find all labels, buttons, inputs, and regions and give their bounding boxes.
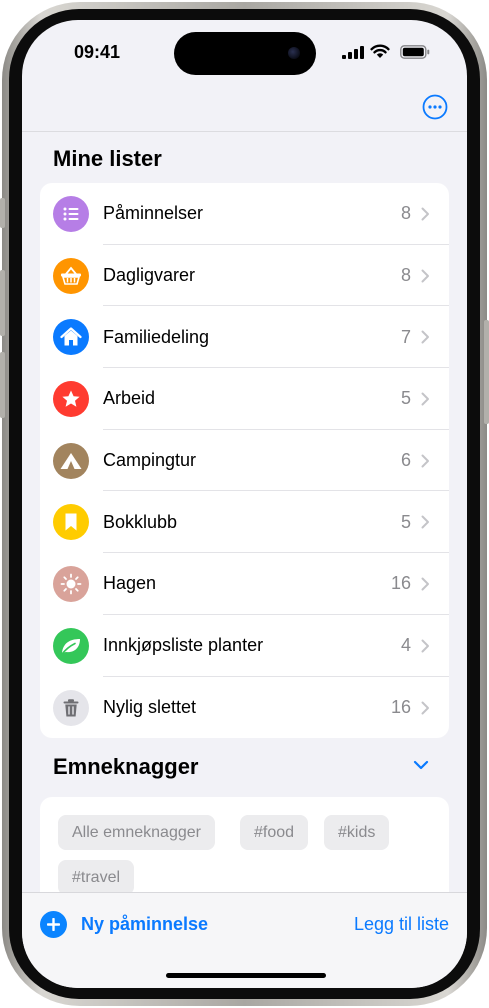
list-count: 16 [390, 696, 411, 717]
list-label: Bokklubb [103, 511, 178, 532]
list-label: Arbeid [103, 388, 156, 409]
list-label: Innkjøpsliste planter [103, 635, 264, 656]
bookmark-icon [53, 504, 89, 541]
chevron-right-icon [421, 639, 429, 653]
list-row-campingtur[interactable]: Campingtur 6 [40, 430, 449, 492]
signal-icon [342, 46, 364, 59]
tag-kids[interactable]: #kids [324, 815, 390, 850]
wifi-icon [370, 44, 390, 58]
list-label: Nylig slettet [103, 696, 197, 717]
bottom-toolbar: Ny påminnelse Legg til liste [22, 892, 467, 988]
list-row-hagen[interactable]: Hagen 16 [40, 553, 449, 615]
trash-icon [53, 689, 89, 726]
new-reminder-button[interactable]: Ny påminnelse [40, 911, 208, 938]
status-time: 09:41 [74, 42, 121, 62]
camera-icon [288, 47, 300, 59]
list-count: 4 [400, 635, 411, 656]
list-row-dagligvarer[interactable]: Dagligvarer 8 [40, 245, 449, 307]
chevron-right-icon [421, 515, 429, 529]
list-count: 8 [400, 203, 411, 224]
list-label: Dagligvarer [103, 265, 196, 286]
tag-all[interactable]: Alle emneknagger [58, 815, 215, 850]
my-lists-title: Mine lister [53, 146, 162, 171]
leaf-icon [53, 627, 89, 664]
tags-section-title: Emneknagger [53, 754, 199, 779]
list-count: 6 [400, 450, 411, 471]
list-row-bokklubb[interactable]: Bokklubb 5 [40, 491, 449, 554]
tent-icon [53, 442, 89, 479]
volume-down-button [0, 352, 5, 418]
dynamic-island [174, 32, 316, 75]
chevron-right-icon [421, 392, 429, 406]
list-label: Hagen [103, 573, 157, 594]
new-reminder-label: Ny påminnelse [81, 914, 209, 934]
list-count: 8 [400, 265, 411, 286]
list-row-familiedeling[interactable]: Familiedeling 7 [40, 306, 449, 369]
house-icon [53, 319, 89, 356]
chevron-down-icon[interactable] [413, 760, 429, 770]
chevron-right-icon [421, 330, 429, 344]
status-bar: 09:41 [22, 20, 467, 80]
list-row-innkjopsliste-planter[interactable]: Innkjøpsliste planter 4 [40, 615, 449, 677]
list-label: Campingtur [103, 450, 197, 471]
home-indicator [166, 973, 326, 978]
tag-food[interactable]: #food [240, 815, 309, 850]
action-button [0, 198, 5, 228]
plus-circle-icon [40, 911, 67, 938]
chevron-right-icon [421, 701, 429, 714]
list-count: 5 [400, 388, 411, 409]
battery-icon [400, 45, 430, 59]
list-bullet-icon [53, 196, 89, 232]
basket-icon [53, 257, 89, 294]
ellipsis-circle-icon[interactable] [422, 94, 448, 120]
star-icon [53, 381, 89, 418]
list-label: Familiedeling [103, 326, 210, 347]
add-list-button[interactable]: Legg til liste [354, 914, 449, 935]
chevron-right-icon [421, 269, 429, 283]
list-row-arbeid[interactable]: Arbeid 5 [40, 368, 449, 430]
sun-icon [53, 566, 89, 603]
chevron-right-icon [421, 454, 429, 468]
chevron-right-icon [421, 207, 429, 221]
header-divider [22, 131, 467, 132]
tag-travel[interactable]: #travel [58, 860, 135, 895]
list-row-paminnelser[interactable]: Påminnelser 8 [40, 183, 449, 245]
volume-up-button [0, 270, 5, 336]
list-count: 5 [400, 511, 411, 532]
my-lists-card: Påminnelser 8 Dagligvarer 8 Familiedelin… [40, 183, 449, 738]
screen: 09:41 Mine lister Påminnelser 8 Dagligva… [22, 20, 467, 988]
list-row-nylig-slettet[interactable]: Nylig slettet 16 [40, 677, 449, 739]
list-count: 7 [400, 326, 411, 347]
list-count: 16 [390, 573, 411, 594]
chevron-right-icon [421, 577, 429, 591]
list-label: Påminnelser [103, 203, 204, 224]
side-button [484, 320, 489, 424]
